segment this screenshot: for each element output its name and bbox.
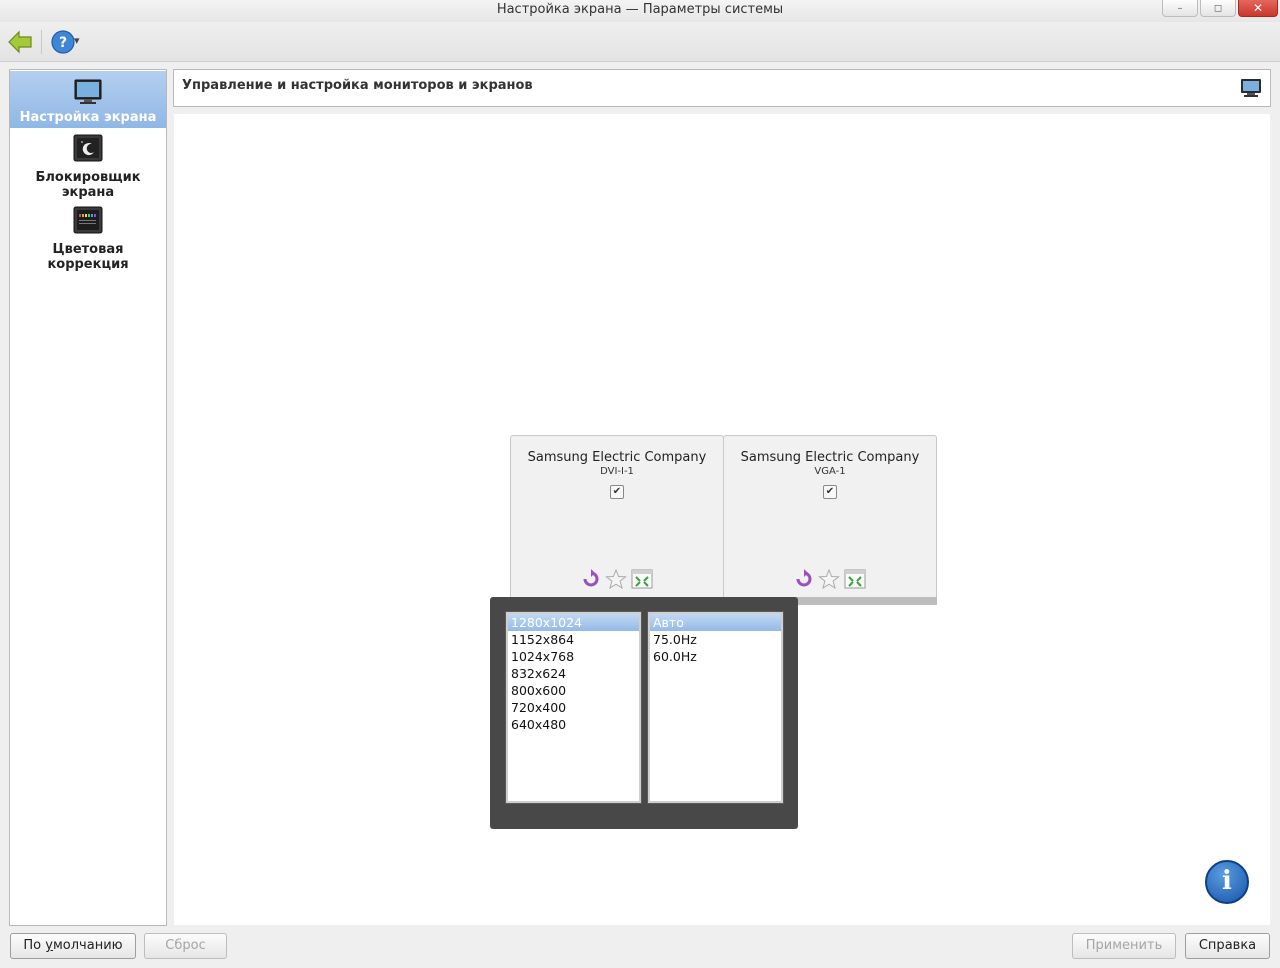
- primary-star-icon[interactable]: [605, 569, 627, 589]
- info-button[interactable]: i: [1205, 860, 1249, 904]
- monitor-name: Samsung Electric Company: [740, 450, 920, 465]
- sidebar-item-label: Блокировщик экрана: [35, 170, 141, 200]
- color-correction-icon: [73, 206, 103, 234]
- back-button[interactable]: [6, 28, 34, 56]
- refresh-rate-list[interactable]: Авто 75.0Hz 60.0Hz: [647, 611, 784, 804]
- refresh-rate-option[interactable]: 75.0Hz: [650, 631, 781, 648]
- sidebar: Настройка экрана Блокировщик экрана Цвет…: [9, 69, 167, 926]
- monitor-output: DVI-I-1: [600, 466, 634, 477]
- toolbar: ? ▾: [0, 22, 1280, 62]
- help-icon: ?: [51, 30, 75, 54]
- refresh-rate-option[interactable]: 60.0Hz: [650, 648, 781, 665]
- maximize-button[interactable]: ◻: [1200, 0, 1236, 17]
- defaults-label: По умолчанию: [23, 938, 123, 953]
- monitor-card-vga[interactable]: Samsung Electric Company VGA-1 ✔: [723, 435, 937, 605]
- resolution-option[interactable]: 1152x864: [508, 631, 639, 648]
- info-icon: i: [1222, 866, 1232, 896]
- resolution-option[interactable]: 720x400: [508, 699, 639, 716]
- resize-icon[interactable]: [844, 569, 866, 589]
- monitor-icon: [74, 79, 102, 104]
- monitor-enabled-checkbox[interactable]: ✔: [823, 485, 837, 499]
- page-title: Управление и настройка мониторов и экран…: [182, 78, 533, 93]
- window-titlebar: Настройка экрана — Параметры системы – ◻…: [0, 0, 1280, 22]
- sidebar-item-color-correction[interactable]: Цветовая коррекция: [10, 204, 166, 272]
- minimize-button[interactable]: –: [1162, 0, 1198, 17]
- monitor-output: VGA-1: [814, 466, 846, 477]
- monitor-enabled-checkbox[interactable]: ✔: [610, 485, 624, 499]
- reset-button[interactable]: Сброс: [144, 933, 227, 959]
- resize-icon[interactable]: [631, 569, 653, 589]
- help-dropdown-icon: ▾: [74, 34, 80, 47]
- rotate-icon[interactable]: [794, 569, 814, 589]
- monitor-card-dvi[interactable]: Samsung Electric Company DVI-I-1 ✔: [510, 435, 724, 605]
- primary-star-icon[interactable]: [818, 569, 840, 589]
- sidebar-item-screen-locker[interactable]: Блокировщик экрана: [10, 132, 166, 200]
- resolution-option[interactable]: 1280x1024: [508, 614, 639, 631]
- help-footer-button[interactable]: Справка: [1185, 933, 1270, 959]
- defaults-button[interactable]: По умолчанию: [10, 933, 136, 959]
- page-header: Управление и настройка мониторов и экран…: [173, 69, 1271, 107]
- help-button[interactable]: ? ▾: [50, 28, 86, 56]
- close-button[interactable]: ✕: [1238, 0, 1278, 17]
- sidebar-item-label: Цветовая коррекция: [47, 242, 129, 272]
- back-arrow-icon: [8, 30, 32, 54]
- refresh-rate-option[interactable]: Авто: [650, 614, 781, 631]
- svg-text:?: ?: [59, 35, 67, 51]
- apply-button[interactable]: Применить: [1072, 933, 1176, 959]
- resolution-list[interactable]: 1280x1024 1152x864 1024x768 832x624 800x…: [505, 611, 642, 804]
- monitor-settings-icon: [1241, 79, 1261, 97]
- toolbar-separator: [41, 30, 42, 54]
- screen-locker-icon: [73, 134, 103, 162]
- resolution-popup: 1280x1024 1152x864 1024x768 832x624 800x…: [490, 597, 798, 829]
- rotate-icon[interactable]: [581, 569, 601, 589]
- resolution-option[interactable]: 800x600: [508, 682, 639, 699]
- window-title: Настройка экрана — Параметры системы: [496, 2, 784, 17]
- resolution-option[interactable]: 1024x768: [508, 648, 639, 665]
- monitor-name: Samsung Electric Company: [527, 450, 707, 465]
- resolution-option[interactable]: 832x624: [508, 665, 639, 682]
- sidebar-item-display[interactable]: Настройка экрана: [10, 71, 166, 128]
- sidebar-item-label: Настройка экрана: [19, 110, 157, 125]
- resolution-option[interactable]: 640x480: [508, 716, 639, 733]
